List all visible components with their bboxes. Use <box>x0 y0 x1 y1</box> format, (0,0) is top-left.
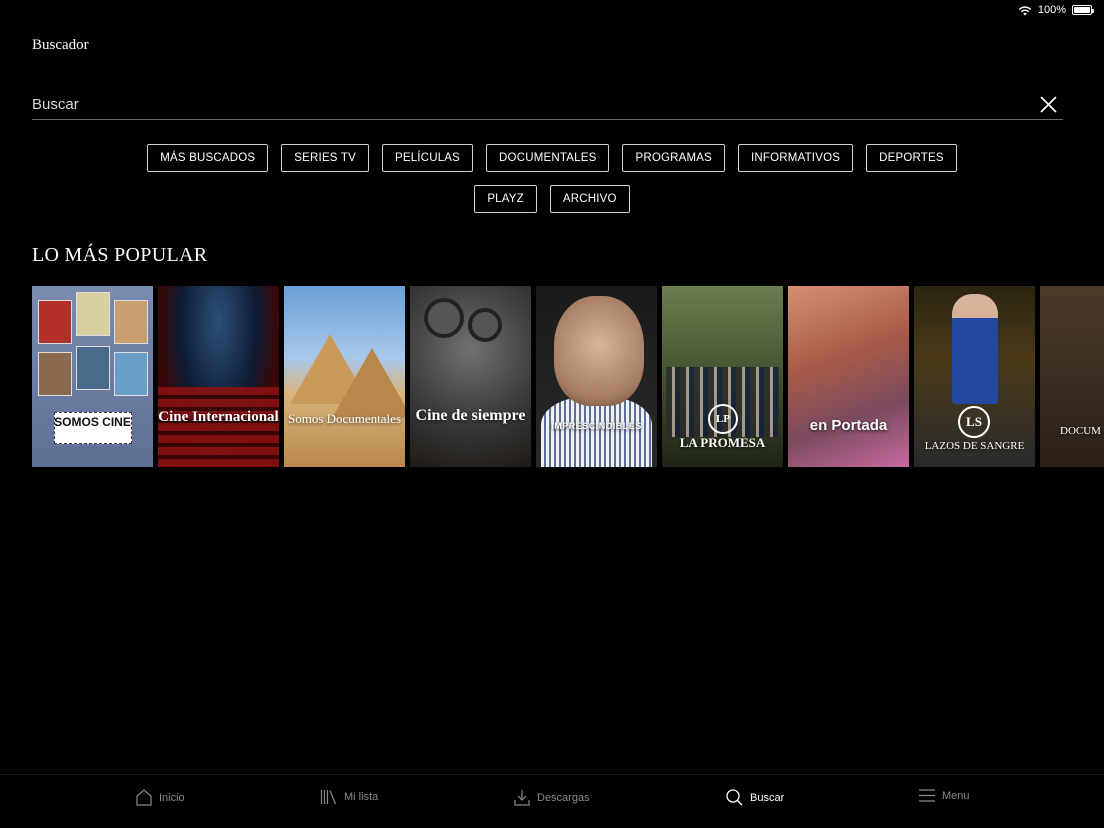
card-somos-documentales[interactable]: Somos Documentales <box>284 286 405 467</box>
card-title: en Portada <box>809 417 888 434</box>
card-title: DOCUM <box>1060 425 1101 437</box>
poster-thumbnail <box>114 352 148 396</box>
tab-label: Buscar <box>750 791 785 804</box>
poster-thumbnail <box>114 300 148 344</box>
card-cine-internacional[interactable]: Cine Internacional <box>158 286 279 467</box>
chip-informativos[interactable]: INFORMATIVOS <box>738 144 854 172</box>
chip-series-tv[interactable]: SERIES TV <box>281 144 369 172</box>
tab-mi-lista[interactable]: Mi lista <box>320 789 378 805</box>
portrait-graphic <box>554 296 644 406</box>
chip-programas[interactable]: PROGRAMAS <box>622 144 726 172</box>
chip-playz[interactable]: PLAYZ <box>474 185 537 213</box>
menu-icon <box>919 789 935 802</box>
poster-thumbnail <box>38 352 72 396</box>
pyramid-graphic <box>332 348 405 418</box>
card-documentary-partial[interactable]: DOCUM <box>1040 286 1104 467</box>
home-icon <box>136 789 152 806</box>
chip-deportes[interactable]: DEPORTES <box>866 144 957 172</box>
card-title: Cine Internacional <box>158 409 279 425</box>
download-icon <box>514 790 530 806</box>
tab-menu[interactable]: Menu <box>919 789 970 802</box>
shirt-graphic <box>541 397 652 467</box>
tab-label: Mi lista <box>344 791 379 803</box>
wifi-icon <box>1018 5 1032 15</box>
lazos-de-sangre-logo: LS <box>958 406 990 438</box>
battery-icon <box>1072 5 1094 15</box>
library-icon <box>320 790 337 805</box>
bottom-tab-bar: Inicio Mi lista Descargas Buscar Menu <box>0 774 1104 828</box>
la-promesa-logo: LP <box>708 404 738 434</box>
tab-label: Descargas <box>537 791 590 804</box>
card-title: Cine de siempre <box>415 407 526 424</box>
card-title: LA PROMESA <box>679 435 766 450</box>
search-icon <box>726 789 743 806</box>
chip-peliculas[interactable]: PELÍCULAS <box>381 144 474 172</box>
poster-thumbnail <box>38 300 72 344</box>
tab-descargas[interactable]: Descargas <box>514 789 590 806</box>
chip-mas-buscados[interactable]: MÁS BUSCADOS <box>147 144 269 172</box>
chip-documentales[interactable]: DOCUMENTALES <box>486 144 610 172</box>
popular-carousel: SOMOS CINE Cine Internacional Somos Docu… <box>32 286 1104 467</box>
card-cine-de-siempre[interactable]: Cine de siempre <box>410 286 531 467</box>
card-title: Somos Documentales <box>287 411 401 426</box>
chip-archivo[interactable]: ARCHIVO <box>549 185 630 213</box>
film-reel-graphic <box>424 298 464 338</box>
presenter-graphic <box>952 294 998 404</box>
page-title: Buscador <box>32 37 89 53</box>
close-icon[interactable] <box>1037 94 1059 116</box>
search-input[interactable] <box>32 96 1037 113</box>
card-la-promesa[interactable]: LP LA PROMESA <box>662 286 783 467</box>
tab-label: Menu <box>942 789 970 802</box>
card-somos-cine[interactable]: SOMOS CINE <box>32 286 153 467</box>
search-bar <box>32 90 1063 120</box>
card-title: SOMOS CINE <box>54 415 131 429</box>
tab-inicio[interactable]: Inicio <box>136 789 185 806</box>
poster-thumbnail <box>76 346 110 390</box>
status-bar: 100% <box>1018 0 1104 20</box>
category-chips: MÁS BUSCADOS SERIES TV PELÍCULAS DOCUMEN… <box>0 144 1104 213</box>
film-reel-graphic <box>468 308 502 342</box>
card-en-portada[interactable]: en Portada <box>788 286 909 467</box>
cinema-seats-graphic <box>158 387 279 467</box>
card-imprescindibles[interactable]: IMPRESCINDIBLES <box>536 286 657 467</box>
battery-percentage: 100% <box>1037 4 1066 16</box>
section-title: LO MÁS POPULAR <box>32 244 208 266</box>
tab-buscar[interactable]: Buscar <box>726 789 784 806</box>
tab-label: Inicio <box>159 791 185 804</box>
card-lazos-de-sangre[interactable]: LS LAZOS DE SANGRE <box>914 286 1035 467</box>
card-title: IMPRESCINDIBLES <box>551 421 642 431</box>
poster-thumbnail <box>76 292 110 336</box>
card-title: LAZOS DE SANGRE <box>924 440 1025 452</box>
